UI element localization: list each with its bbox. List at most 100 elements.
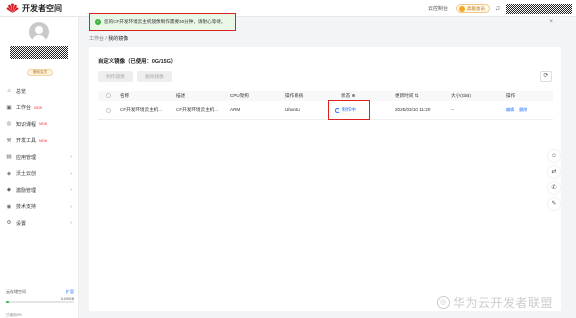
status-highlight: 制作中 [328, 100, 370, 120]
delete-image-button[interactable]: 删除镜像 [137, 71, 172, 82]
app-logo[interactable]: 开发者空间 [6, 3, 62, 14]
breadcrumb-root[interactable]: 工作台 [89, 36, 104, 42]
cloud-icon: ◈ [6, 170, 12, 177]
sidebar-item-label: 设置 [16, 220, 27, 227]
gear-icon: ⚙ [6, 220, 12, 227]
column-header-size: 大小(GiB) [451, 93, 471, 98]
column-header-actions: 操作 [506, 93, 516, 98]
app-title: 开发者空间 [22, 3, 62, 13]
cell-updated: 2025/03/10 11:20 [395, 107, 431, 112]
workbench-icon: ▣ [6, 104, 12, 111]
check-circle-icon: ✓ [95, 19, 101, 25]
column-header-cpu: CPU架构 [230, 93, 249, 98]
table-header: 名称 描述 CPU架构 操作系统 状态 ⊕ 更新时间 ⇅ 大小(GiB) 操作 [98, 91, 553, 101]
new-badge: NEW [34, 105, 43, 110]
sidebar-item-dev-tools[interactable]: ⚒ 开发工具 NEW [0, 133, 79, 150]
chevron-down-icon: › [70, 154, 72, 160]
image-table: 名称 描述 CPU架构 操作系统 状态 ⊕ 更新时间 ⇅ 大小(GiB) 操作 … [98, 91, 553, 120]
chevron-down-icon: › [70, 220, 72, 226]
storage-progress-bar [6, 301, 74, 303]
course-icon: ◎ [6, 121, 12, 128]
chevron-down-icon: › [70, 203, 72, 210]
storage-label: 云存储空间 [6, 289, 26, 294]
loading-spinner-icon [335, 107, 340, 113]
sidebar-item-incentives[interactable]: ◆ 激励管理 › [0, 182, 79, 199]
sidebar-item-workbench[interactable]: ▣ 工作台 NEW [0, 100, 79, 117]
status-badge: 制作中 [335, 107, 356, 113]
sidebar-item-label: 总览 [16, 88, 27, 95]
watermark: ◎ 华为云开发者联盟 [437, 294, 553, 311]
storage-limit: 0.0/5GB [60, 297, 74, 301]
sidebar-item-label: 工作台 [16, 105, 32, 112]
success-alert: ✓ 您的CF开发环境云主机镜像制作需要30分钟，请耐心等待。 × [89, 13, 553, 31]
sidebar: 基础会员 ⌂ 总览 ▣ 工作台 NEW ◎ 知识课程 NEW ⚒ 开发工具 NE… [0, 17, 79, 318]
bell-icon[interactable]: ♫ [493, 4, 502, 13]
feedback-icon[interactable]: ✎ [548, 198, 560, 210]
sidebar-item-overview[interactable]: ⌂ 总览 [0, 83, 79, 100]
breadcrumb-current: 我的镜像 [108, 36, 129, 42]
column-header-status[interactable]: 状态 ⊕ [341, 93, 355, 99]
top-bar: 开发者空间 云控制台 高级会员 ♫ [0, 0, 576, 17]
watermark-text: 华为云开发者联盟 [453, 296, 554, 310]
breadcrumb: 工作台 / 我的镜像 [89, 35, 128, 42]
select-all-checkbox[interactable] [106, 93, 111, 98]
customer-service-icon[interactable]: ☺ [548, 150, 560, 162]
support-icon: ◉ [6, 203, 12, 210]
avatar[interactable] [29, 22, 49, 42]
sidebar-item-support[interactable]: ◉ 技术支持 › [0, 199, 79, 216]
cell-os: Ubuntu [285, 107, 300, 112]
row-checkbox[interactable] [106, 108, 111, 113]
phone-icon[interactable]: ✆ [548, 182, 560, 194]
sidebar-item-app-management[interactable]: ▤ 应用管理 › [0, 149, 79, 166]
column-header-os[interactable]: 操作系统 [285, 93, 303, 99]
sidebar-menu: ⌂ 总览 ▣ 工作台 NEW ◎ 知识课程 NEW ⚒ 开发工具 NEW ▤ 应… [0, 83, 79, 232]
column-header-updated[interactable]: 更新时间 ⇅ [395, 93, 419, 99]
page-title: 自定义镜像（已使用：0G/15G） [98, 59, 177, 65]
sidebar-item-settings[interactable]: ⚙ 设置 › [0, 215, 79, 232]
wechat-logo-icon: ◎ [437, 296, 450, 309]
user-name-masked[interactable] [506, 3, 572, 14]
storage-upgrade-link[interactable]: 扩容 [66, 289, 74, 295]
new-badge: NEW [39, 122, 48, 127]
cell-cpu: ARM [230, 107, 241, 112]
sidebar-item-courses[interactable]: ◎ 知识课程 NEW [0, 116, 79, 133]
sidebar-item-label: 激励管理 [16, 187, 37, 194]
cloud-console-link[interactable]: 云控制台 [428, 5, 448, 12]
table-row: CF开发环境云主机... CF开发环境云主机... ARM Ubuntu 制作中… [98, 100, 553, 120]
tools-icon: ⚒ [6, 137, 12, 144]
incentive-icon: ◆ [6, 187, 12, 194]
share-icon[interactable]: ⇄ [548, 166, 560, 178]
chevron-down-icon: › [70, 170, 72, 177]
huawei-logo-icon [6, 3, 19, 14]
sidebar-item-label: 沃土云创 [16, 171, 37, 178]
refresh-icon[interactable]: ⟳ [540, 71, 552, 82]
status-text: 制作中 [342, 107, 356, 112]
delete-link[interactable]: 删除 [519, 107, 527, 112]
make-image-button[interactable]: 制作镜像 [98, 71, 133, 82]
vip-label: 高级会员 [467, 5, 485, 11]
column-header-name: 名称 [120, 93, 130, 98]
storage-panel: 云存储空间 扩容 0.0/5GB 已使用0% [6, 289, 74, 318]
vip-icon [459, 5, 465, 12]
column-header-desc: 描述 [176, 93, 186, 98]
cell-name: CF开发环境云主机... [120, 107, 163, 112]
cell-actions: 编辑 删除 [506, 107, 527, 113]
chevron-down-icon: › [70, 187, 72, 193]
breadcrumb-separator: / [105, 36, 107, 42]
sidebar-item-label: 应用管理 [16, 154, 37, 161]
sidebar-item-label: 技术支持 [16, 204, 37, 211]
home-icon: ⌂ [7, 88, 11, 95]
member-badge[interactable]: 基础会员 [27, 69, 53, 76]
storage-used: 已使用0% [6, 313, 22, 317]
alert-text: 您的CF开发环境云主机镜像制作需要30分钟，请耐心等待。 [104, 19, 226, 24]
vip-chip[interactable]: 高级会员 [456, 4, 490, 13]
edit-link[interactable]: 编辑 [506, 107, 514, 112]
close-icon[interactable]: × [549, 19, 553, 25]
new-badge: NEW [39, 138, 48, 143]
image-list-card: 自定义镜像（已使用：0G/15G） 制作镜像 删除镜像 ⟳ 名称 描述 CPU架… [89, 47, 561, 311]
sidebar-item-wotu[interactable]: ◈ 沃土云创 › [0, 166, 79, 183]
storage-progress-fill [6, 301, 10, 303]
cell-desc: CF开发环境云主机... [176, 107, 219, 112]
app-icon: ▤ [6, 154, 12, 161]
user-info-masked [10, 46, 68, 59]
